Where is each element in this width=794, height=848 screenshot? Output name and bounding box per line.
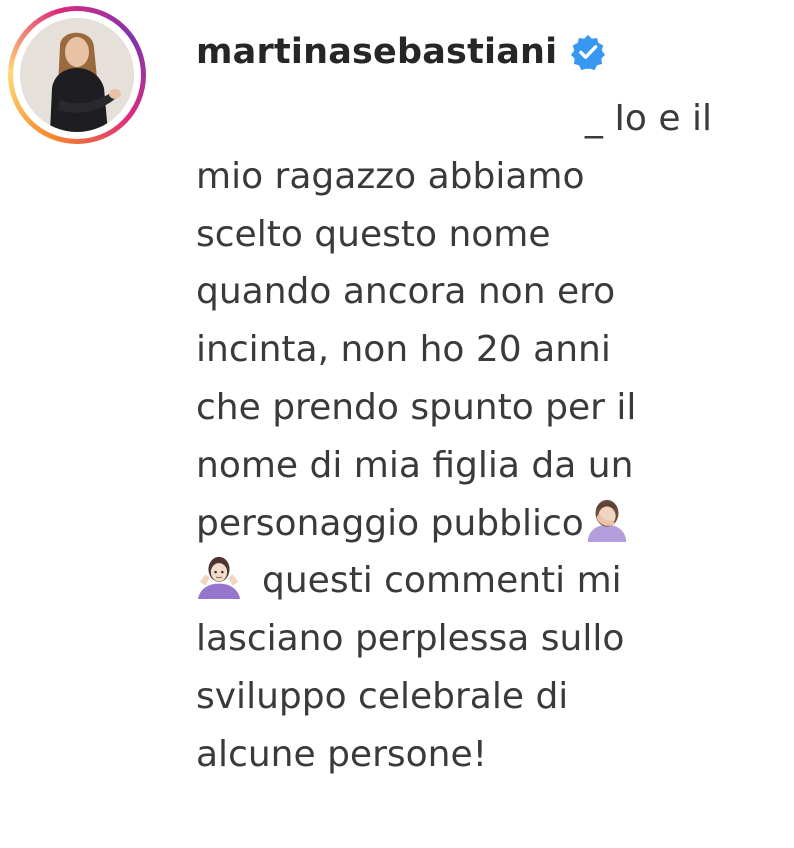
comment-line: scelto questo nome	[196, 213, 551, 255]
woman-facepalming-emoji	[587, 499, 626, 542]
avatar[interactable]	[20, 18, 134, 132]
avatar-story-ring[interactable]	[8, 6, 146, 144]
comment-line-text: questi commenti mi	[262, 560, 622, 602]
comment-line: lasciano perplessa sullo	[196, 618, 625, 660]
comment-line: che prendo spunto per il	[196, 386, 637, 428]
woman-shrugging-emoji	[197, 557, 241, 600]
comment-line-with-emoji: questi commenti mi	[196, 552, 756, 610]
comment-header: martinasebastiani	[196, 24, 607, 80]
comment-line: incinta, non ho 20 anni	[196, 329, 611, 371]
verified-badge-icon	[571, 34, 606, 71]
comment-line: mio ragazzo abbiamo	[196, 155, 585, 197]
username-link[interactable]: martinasebastiani	[196, 32, 557, 72]
comment-line: quando ancora non ero	[196, 271, 616, 313]
avatar-photo-icon	[20, 18, 134, 132]
comment-line-text: personaggio pubblico	[196, 502, 584, 544]
comment-line-with-emoji: personaggio pubblico	[196, 495, 756, 553]
avatar-ring-gap	[13, 11, 141, 139]
comment-line: alcune persone!	[196, 733, 488, 775]
comment-line: _ Io e il	[584, 98, 712, 139]
comment-line: nome di mia figlia da un	[196, 444, 634, 486]
comment-text: _ Io e il mio ragazzo abbiamo scelto que…	[196, 90, 756, 784]
comment-line: sviluppo celebrale di	[196, 675, 569, 717]
